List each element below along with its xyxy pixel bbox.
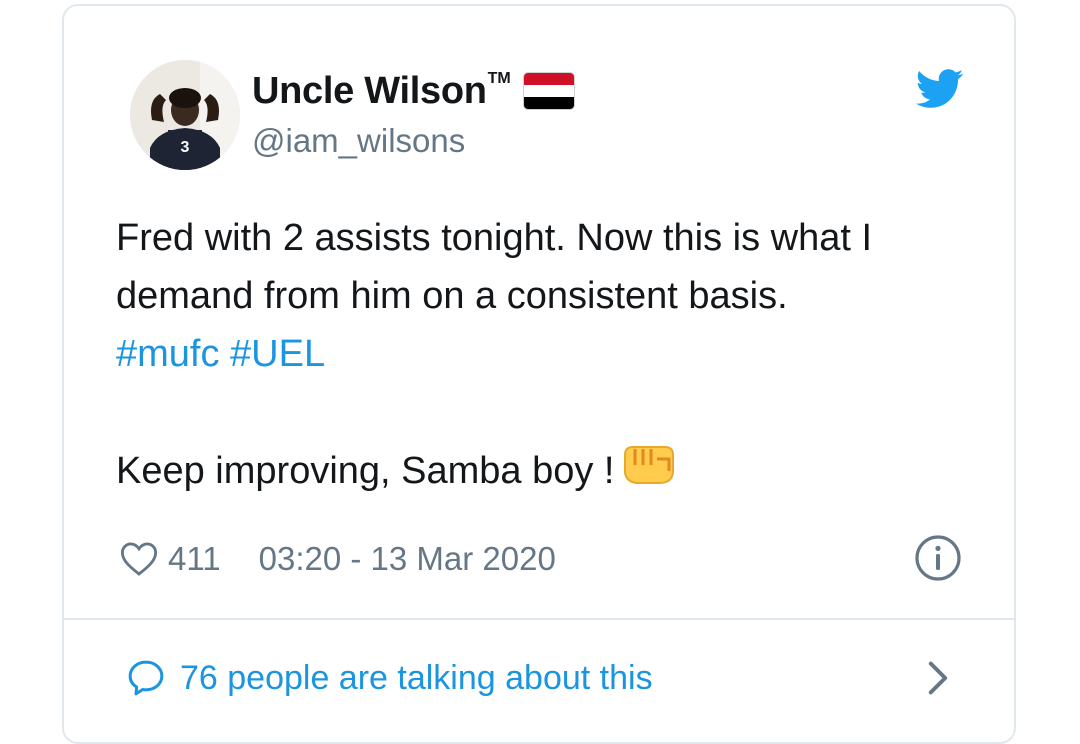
tweet-closing-text: Keep improving, Samba boy ! — [116, 450, 615, 492]
info-icon[interactable] — [914, 534, 962, 582]
yemen-flag-icon — [522, 72, 575, 110]
oncoming-fist-emoji-icon — [621, 441, 675, 504]
tweet-card: 3 Uncle Wilson TM @iam_wilsons Fred with… — [62, 4, 1016, 744]
hashtag-line: #mufc #UEL — [116, 325, 996, 383]
tweet-line: Keep improving, Samba boy ! — [116, 441, 996, 504]
trademark-mark: TM — [487, 70, 511, 87]
tweet-meta: 411 03:20 - 13 Mar 2020 — [120, 534, 556, 584]
chevron-right-icon[interactable] — [924, 660, 952, 696]
like-count[interactable]: 411 — [168, 540, 221, 578]
tweet-text: Fred with 2 assists tonight. Now this is… — [116, 209, 996, 504]
author-name-row[interactable]: Uncle Wilson TM — [252, 68, 575, 114]
divider — [64, 618, 1014, 620]
tweet-line: demand from him on a consistent basis. — [116, 275, 788, 317]
tweet-line: Fred with 2 assists tonight. Now this is… — [116, 217, 873, 259]
tweet-timestamp[interactable]: 03:20 - 13 Mar 2020 — [259, 540, 556, 578]
hashtag-mufc[interactable]: #mufc — [116, 333, 219, 375]
avatar[interactable]: 3 — [130, 60, 240, 170]
heart-icon[interactable] — [120, 541, 158, 577]
chat-bubble-icon — [128, 660, 164, 696]
svg-text:3: 3 — [181, 139, 190, 156]
conversation-label[interactable]: 76 people are talking about this — [180, 659, 653, 698]
author-name[interactable]: Uncle Wilson — [252, 70, 487, 113]
twitter-bird-icon[interactable] — [916, 68, 964, 110]
hashtag-uel[interactable]: #UEL — [230, 333, 325, 375]
conversation-link[interactable]: 76 people are talking about this — [126, 652, 653, 704]
author-handle[interactable]: @iam_wilsons — [252, 122, 465, 160]
